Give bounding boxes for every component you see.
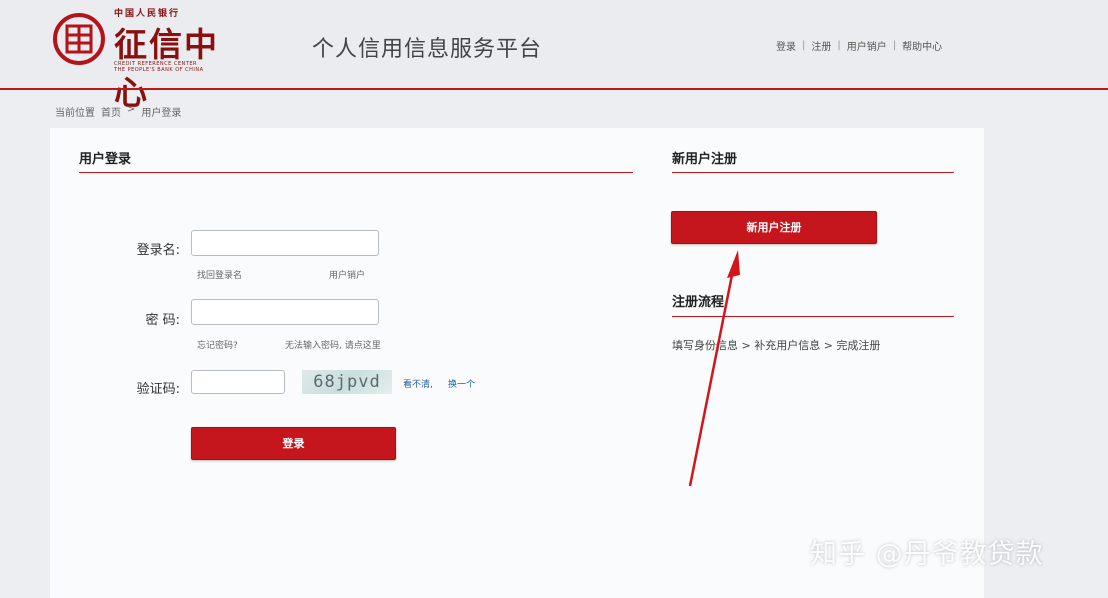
zhihu-watermark: 知乎 @丹爷教贷款 <box>810 539 1044 570</box>
username-label: 登录名: <box>136 243 180 258</box>
password-input[interactable] <box>191 299 379 325</box>
breadcrumb: 当前位置 首页 > 用户登录 <box>55 104 181 119</box>
register-section-divider <box>672 172 954 173</box>
logo-english-line2: THE PEOPLE'S BANK OF CHINA <box>114 67 204 73</box>
register-section-title: 新用户注册 <box>672 152 738 167</box>
login-section-divider <box>79 172 633 173</box>
captcha-label: 验证码: <box>136 382 180 397</box>
breadcrumb-current-position: 当前位置 <box>55 108 95 119</box>
nav-login-link[interactable]: 登录 <box>776 38 796 53</box>
register-flow-steps: 填写身份信息 > 补充用户信息 > 完成注册 <box>672 339 881 352</box>
username-input[interactable] <box>191 230 379 256</box>
nav-help-link[interactable]: 帮助中心 <box>902 38 942 53</box>
captcha-unclear-link[interactable]: 看不清, <box>403 377 433 390</box>
password-label: 密 码: <box>145 313 180 328</box>
cannot-input-password-link[interactable]: 无法输入密码, 请点这里 <box>285 338 381 351</box>
captcha-input[interactable] <box>191 370 285 394</box>
header-divider <box>0 88 1108 90</box>
login-section-title: 用户登录 <box>79 152 132 167</box>
platform-title: 个人信用信息服务平台 <box>312 37 543 62</box>
forgot-password-link[interactable]: 忘记密码? <box>197 338 238 351</box>
login-button[interactable]: 登录 <box>191 427 396 460</box>
new-user-register-button[interactable]: 新用户注册 <box>671 211 877 244</box>
nav-separator: | <box>802 40 806 51</box>
page-background-right <box>984 90 1108 598</box>
logo-seal-icon <box>53 13 105 65</box>
breadcrumb-arrow: > <box>127 104 136 115</box>
nav-separator: | <box>892 40 897 51</box>
site-header: 中国人民银行 征信中心 CREDIT REFERENCE CENTER THE … <box>0 0 1108 112</box>
user-account-link[interactable]: 用户销户 <box>329 268 365 281</box>
forgot-username-link[interactable]: 找回登录名 <box>197 268 242 281</box>
register-flow-divider <box>672 316 954 317</box>
top-navigation: 登录 | 注册 | 用户销户 | 帮助中心 <box>776 38 942 53</box>
nav-register-link[interactable]: 注册 <box>811 38 831 53</box>
captcha-image[interactable]: 68jpvd <box>302 370 392 394</box>
nav-user-account-link[interactable]: 用户销户 <box>847 38 887 53</box>
breadcrumb-home-link[interactable]: 首页 <box>101 104 121 119</box>
main-panel <box>50 128 984 598</box>
register-flow-title: 注册流程 <box>672 295 725 310</box>
breadcrumb-current-page: 用户登录 <box>141 108 182 119</box>
credit-reference-center-logo[interactable]: 中国人民银行 征信中心 CREDIT REFERENCE CENTER THE … <box>52 6 252 112</box>
nav-separator: | <box>837 40 841 51</box>
captcha-refresh-link[interactable]: 换一个 <box>448 377 475 390</box>
